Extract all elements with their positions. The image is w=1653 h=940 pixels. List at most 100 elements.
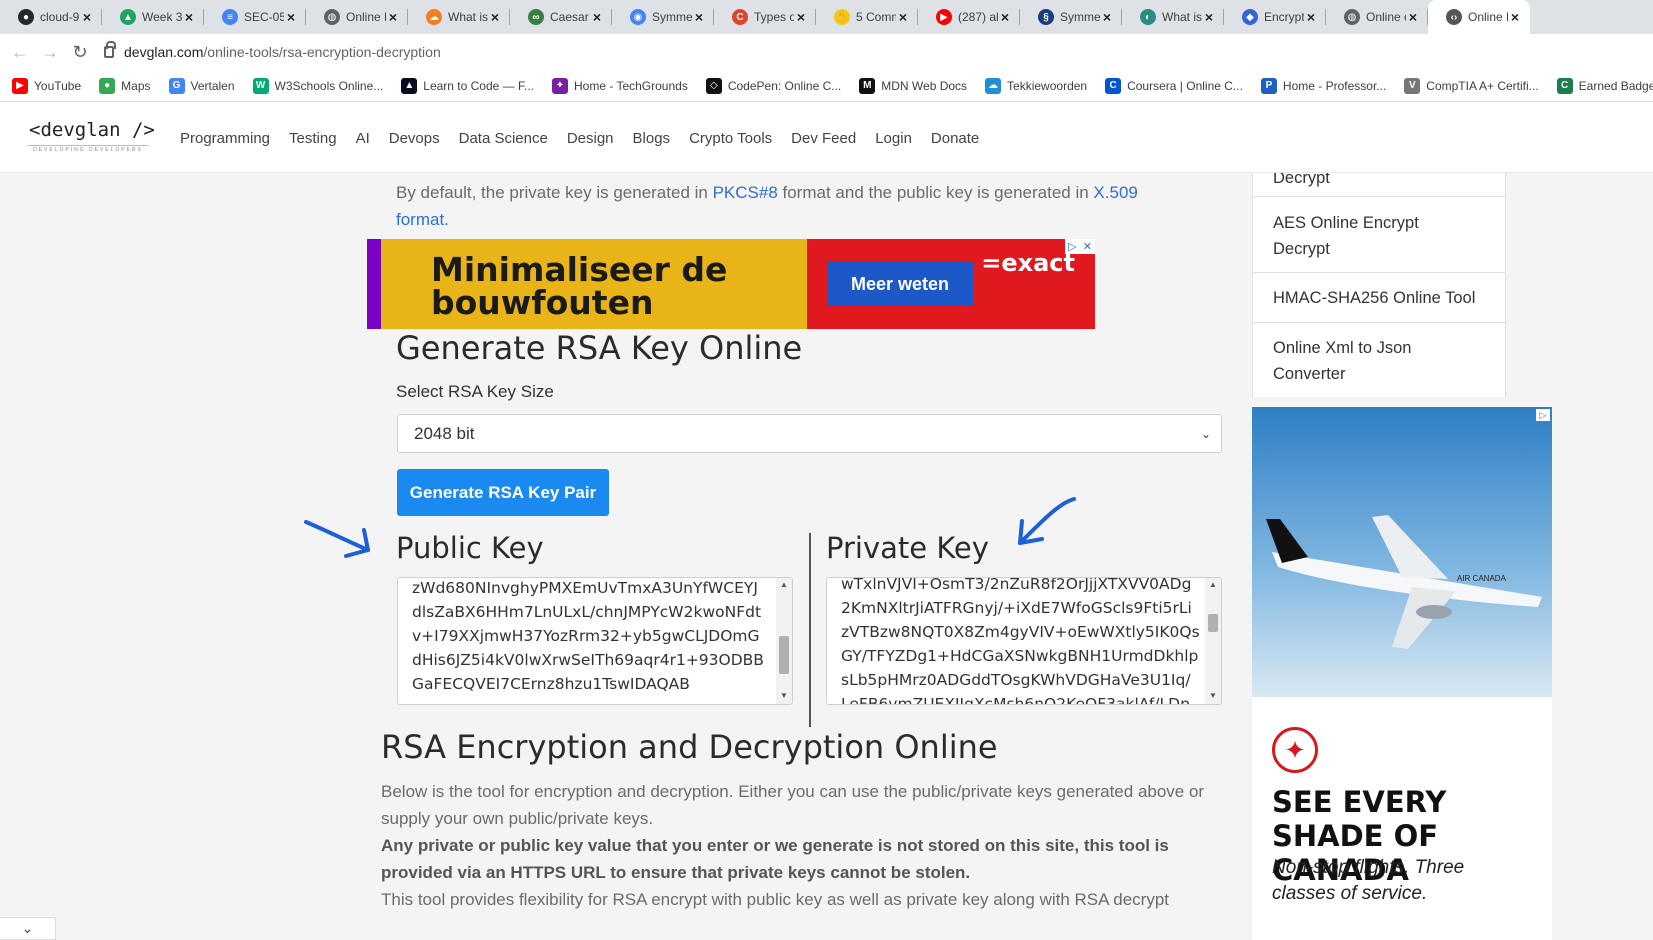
close-icon[interactable]: ×: [896, 9, 910, 25]
browser-tab[interactable]: ◍ Online e×: [1326, 0, 1428, 34]
bookmark-item[interactable]: V CompTIA A+ Certifi...: [1404, 77, 1539, 94]
nav-item-testing[interactable]: Testing: [289, 130, 337, 147]
ad-close-icon[interactable]: ▷ ✕: [1065, 239, 1095, 254]
chevron-down-icon[interactable]: ⌄: [0, 917, 56, 940]
close-icon[interactable]: ×: [1406, 9, 1420, 25]
side-ad[interactable]: AIR CANADA ▷ ✦ SEE EVERY SHADE OF CANADA…: [1252, 407, 1552, 940]
browser-tab[interactable]: ☁ What is ×: [408, 0, 510, 34]
bookmark-item[interactable]: M MDN Web Docs: [859, 77, 968, 94]
nav-item-devops[interactable]: Devops: [389, 130, 440, 147]
browser-tab[interactable]: ∞ Caesar C×: [510, 0, 612, 34]
public-key-scrollbar[interactable]: ▲ ▼: [776, 578, 792, 704]
private-key-textarea[interactable]: wTxlnVJVI+OsmT3/2nZuR8f2OrJjjXTXVV0ADg 2K…: [826, 577, 1222, 705]
tab-title: Symmetr: [652, 10, 692, 24]
browser-tab[interactable]: ◆ Encrypti ×: [1224, 0, 1326, 34]
tab-title: Caesar C: [550, 10, 590, 24]
bookmark-item[interactable]: W W3Schools Online...: [252, 77, 383, 94]
bookmark-item[interactable]: P Home - Professor...: [1260, 77, 1387, 94]
close-icon[interactable]: ×: [182, 9, 196, 25]
close-icon[interactable]: ×: [794, 9, 808, 25]
scroll-thumb[interactable]: [779, 636, 789, 674]
main-content: By default, the private key is generated…: [0, 173, 1653, 940]
bookmark-label: Home - Professor...: [1282, 78, 1387, 93]
close-icon[interactable]: ×: [1304, 9, 1318, 25]
forward-icon[interactable]: →: [40, 42, 60, 62]
tab-title: Online e: [1366, 10, 1406, 24]
sidebar-item-decrypt[interactable]: Decrypt: [1253, 173, 1505, 197]
ad-banner[interactable]: Minimaliseer de bouwfouten Meer weten =e…: [367, 239, 1095, 329]
tab-title: Encrypti: [1264, 10, 1304, 24]
bookmark-item[interactable]: ● Maps: [99, 77, 151, 94]
scroll-down-icon[interactable]: ▼: [1209, 691, 1217, 700]
scroll-thumb[interactable]: [1208, 614, 1218, 632]
nav-item-donate[interactable]: Donate: [931, 130, 979, 147]
nav-item-programming[interactable]: Programming: [180, 130, 270, 147]
close-icon[interactable]: ×: [284, 9, 298, 25]
scroll-up-icon[interactable]: ▲: [1209, 580, 1217, 589]
w3schools-icon: W: [252, 77, 269, 94]
nav-item-design[interactable]: Design: [567, 130, 614, 147]
browser-tab[interactable]: ✋ 5 Comm×: [816, 0, 918, 34]
bookmark-item[interactable]: ✦ Home - TechGrounds: [552, 77, 688, 94]
nav-item-blogs[interactable]: Blogs: [633, 130, 671, 147]
bookmark-item[interactable]: ▶ YouTube: [12, 77, 81, 94]
close-icon[interactable]: ×: [488, 9, 502, 25]
browser-tab[interactable]: ◉ Symmetr×: [612, 0, 714, 34]
close-icon[interactable]: ×: [1100, 9, 1114, 25]
bookmark-item[interactable]: ◇ CodePen: Online C...: [705, 77, 842, 94]
browser-tab[interactable]: C Types of×: [714, 0, 816, 34]
site-logo[interactable]: <devglan />: [29, 119, 155, 141]
bookmark-label: CodePen: Online C...: [727, 78, 842, 93]
ad-cta-button[interactable]: Meer weten: [827, 262, 973, 306]
scroll-up-icon[interactable]: ▲: [780, 580, 788, 589]
close-icon[interactable]: ×: [1508, 9, 1522, 25]
address-bar[interactable]: devglan.com/online-tools/rsa-encryption-…: [104, 38, 1653, 66]
nav-item-ai[interactable]: AI: [356, 130, 370, 147]
close-icon[interactable]: ×: [692, 9, 706, 25]
adchoices-icon[interactable]: ▷: [1536, 409, 1550, 421]
devglan-icon: ‹›: [1446, 9, 1462, 25]
key-size-select[interactable]: 2048 bit ⌄: [397, 414, 1222, 453]
browser-tab[interactable]: ● cloud-9 ×: [0, 0, 102, 34]
browser-tab[interactable]: ▲ Week 3 -×: [102, 0, 204, 34]
bookmark-item[interactable]: ☁ Tekkiewoorden: [985, 77, 1087, 94]
pkcs8-link[interactable]: PKCS#8: [713, 183, 778, 202]
site-icon: C: [732, 9, 748, 25]
close-icon[interactable]: ×: [80, 9, 94, 25]
bookmark-item[interactable]: G Vertalen: [168, 77, 235, 94]
generate-key-pair-button[interactable]: Generate RSA Key Pair: [397, 469, 609, 516]
private-key-content: wTxlnVJVI+OsmT3/2nZuR8f2OrJjjXTXVV0ADg 2K…: [841, 578, 1200, 704]
nav-item-data-science[interactable]: Data Science: [459, 130, 548, 147]
sidebar-item-aes[interactable]: AES Online Encrypt Decrypt: [1253, 197, 1505, 273]
public-key-title: Public Key: [396, 531, 544, 565]
browser-tab[interactable]: ≡ SEC-05 /×: [204, 0, 306, 34]
bookmark-item[interactable]: ▲ Learn to Code — F...: [401, 77, 534, 94]
bookmark-label: MDN Web Docs: [881, 78, 968, 93]
scroll-down-icon[interactable]: ▼: [780, 691, 788, 700]
bookmark-item[interactable]: C Coursera | Online C...: [1105, 77, 1243, 94]
bookmark-label: Home - TechGrounds: [574, 78, 688, 93]
shield-icon: ◆: [1242, 9, 1258, 25]
nav-item-login[interactable]: Login: [875, 130, 912, 147]
close-icon[interactable]: ×: [386, 9, 400, 25]
browser-tab[interactable]: ◍ Online R×: [306, 0, 408, 34]
nav-item-dev-feed[interactable]: Dev Feed: [791, 130, 856, 147]
close-icon[interactable]: ×: [1202, 9, 1216, 25]
tab-title: Symmetr: [1060, 10, 1100, 24]
sidebar-item-hmac[interactable]: HMAC-SHA256 Online Tool: [1253, 273, 1505, 323]
browser-tab[interactable]: § Symmetr×: [1020, 0, 1122, 34]
nav-item-crypto-tools[interactable]: Crypto Tools: [689, 130, 772, 147]
back-icon[interactable]: ←: [10, 42, 30, 62]
ad-side-subline: Non-stop flights. Three classes of servi…: [1272, 857, 1465, 904]
sidebar-item-xml-json[interactable]: Online Xml to Json Converter: [1253, 323, 1505, 397]
bookmark-item[interactable]: C Earned Badges - C: [1556, 77, 1653, 94]
close-icon[interactable]: ×: [590, 9, 604, 25]
browser-tab[interactable]: ◐ What is ×: [1122, 0, 1224, 34]
browser-tab[interactable]: ▶ (287) alg×: [918, 0, 1020, 34]
close-icon[interactable]: ×: [998, 9, 1012, 25]
browser-tab[interactable]: ‹› Online R×: [1428, 0, 1530, 34]
public-key-textarea[interactable]: zWd680NInvghyPMXEmUvTmxA3UnYfWCEYJ dlsZaB…: [397, 577, 793, 705]
private-key-scrollbar[interactable]: ▲ ▼: [1205, 578, 1221, 704]
sidebar-item-label: Online Xml to Json Converter: [1273, 339, 1412, 383]
reload-icon[interactable]: ↻: [70, 42, 90, 62]
